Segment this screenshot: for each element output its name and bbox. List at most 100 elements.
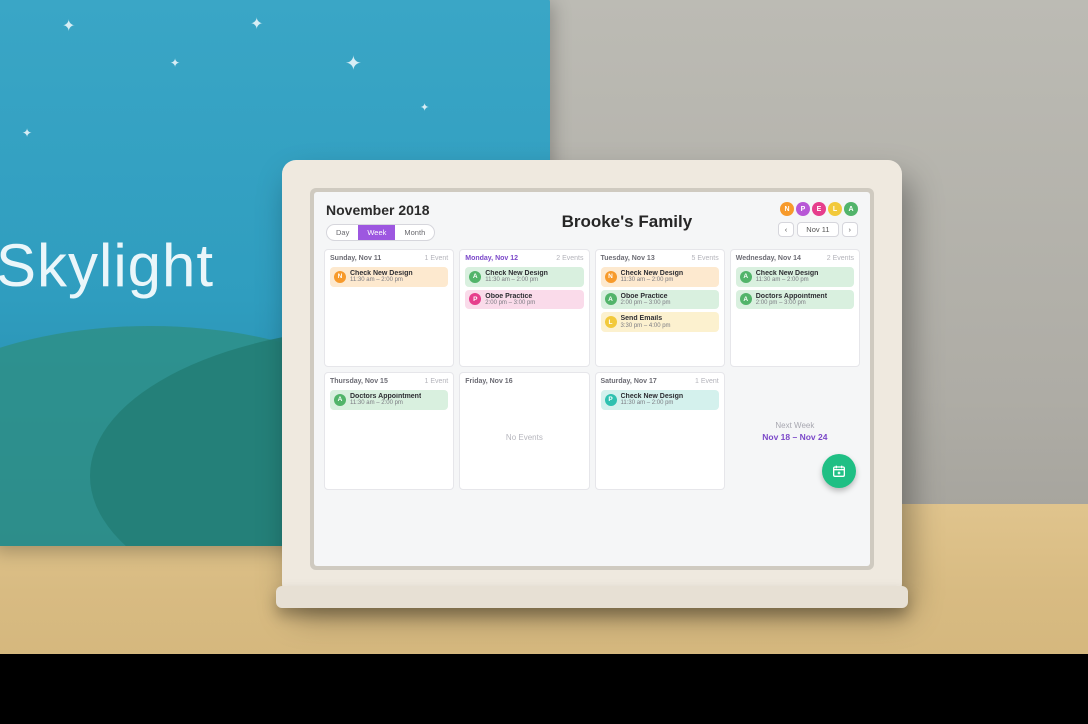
event-card[interactable]: N Check New Design11:30 am – 2:00 pm bbox=[601, 267, 719, 287]
family-avatar[interactable]: E bbox=[812, 202, 826, 216]
star-icon: ✦ bbox=[345, 51, 362, 76]
star-icon: ✦ bbox=[22, 126, 32, 140]
day-name: Saturday, Nov 17 bbox=[601, 378, 657, 385]
day-header: Thursday, Nov 151 Event bbox=[330, 378, 448, 385]
bottom-black-bar bbox=[0, 654, 1088, 724]
day-header: Monday, Nov 12 2 Events bbox=[465, 255, 583, 262]
event-title: Doctors Appointment bbox=[756, 293, 827, 300]
day-cell[interactable]: Saturday, Nov 17 1 Event P Check New Design… bbox=[595, 372, 725, 490]
event-avatar: A bbox=[469, 271, 481, 283]
family-avatar[interactable]: A bbox=[844, 202, 858, 216]
event-time: 11:30 am – 2:00 pm bbox=[621, 277, 684, 283]
view-day-tab[interactable]: Day bbox=[327, 225, 358, 240]
event-time: 2:00 pm – 3:00 pm bbox=[621, 300, 671, 306]
event-text: Check New Design11:30 am – 2:00 pm bbox=[756, 270, 819, 284]
event-avatar: P bbox=[605, 394, 617, 406]
event-card[interactable]: A Check New Design11:30 am – 2:00 pm bbox=[465, 267, 583, 287]
day-header: Sunday, Nov 111 Event bbox=[330, 255, 448, 262]
next-week-button[interactable]: › bbox=[842, 222, 859, 237]
event-avatar: L bbox=[605, 316, 617, 328]
family-avatar-row: NPELA bbox=[778, 202, 858, 216]
prev-week-button[interactable]: ‹ bbox=[778, 222, 795, 237]
day-header: Friday, Nov 16 bbox=[465, 378, 583, 385]
event-time: 11:30 am – 2:00 pm bbox=[485, 277, 548, 283]
view-week-tab[interactable]: Week bbox=[358, 225, 395, 240]
event-time: 11:30 am – 2:00 pm bbox=[350, 400, 421, 406]
event-text: Oboe Practice2:00 pm – 3:00 pm bbox=[621, 293, 671, 307]
event-text: Check New Design11:30 am – 2:00 pm bbox=[350, 270, 413, 284]
event-card[interactable]: P Check New Design11:30 am – 2:00 pm bbox=[601, 390, 719, 410]
family-title: Brooke's Family bbox=[562, 212, 693, 232]
event-card[interactable]: A Oboe Practice2:00 pm – 3:00 pm bbox=[601, 290, 719, 310]
event-card[interactable]: N Check New Design11:30 am – 2:00 pm bbox=[330, 267, 448, 287]
day-cell[interactable]: Sunday, Nov 111 Event N Check New Design11… bbox=[324, 249, 454, 367]
calendar-plus-icon bbox=[831, 463, 847, 479]
day-event-count: 2 Events bbox=[556, 255, 583, 262]
event-time: 2:00 pm – 3:00 pm bbox=[756, 300, 827, 306]
event-time: 11:30 am – 2:00 pm bbox=[621, 400, 684, 406]
event-card[interactable]: POboe Practice2:00 pm – 3:00 pm bbox=[465, 290, 583, 310]
day-name: Monday, Nov 12 bbox=[465, 255, 518, 262]
event-time: 3:30 pm – 4:00 pm bbox=[621, 323, 671, 329]
event-card[interactable]: ACheck New Design11:30 am – 2:00 pm bbox=[736, 267, 854, 287]
view-segmented-control: Day Week Month bbox=[326, 224, 435, 241]
event-title: Check New Design bbox=[350, 270, 413, 277]
next-week-label: Next Week bbox=[775, 421, 814, 430]
day-name: Tuesday, Nov 13 bbox=[601, 255, 655, 262]
event-card[interactable]: ADoctors Appointment2:00 pm – 3:00 pm bbox=[736, 290, 854, 310]
family-avatar[interactable]: N bbox=[780, 202, 794, 216]
star-icon: ✦ bbox=[62, 16, 75, 36]
day-event-count: 1 Event bbox=[695, 378, 719, 385]
next-week-range: Nov 18 – Nov 24 bbox=[762, 432, 827, 442]
event-card[interactable]: A Doctors Appointment11:30 am – 2:00 pm bbox=[330, 390, 448, 410]
day-cell[interactable]: Tuesday, Nov 13 5 Events N Check New Design… bbox=[595, 249, 725, 367]
event-title: Send Emails bbox=[621, 315, 671, 322]
day-name: Friday, Nov 16 bbox=[465, 378, 512, 385]
add-event-fab[interactable] bbox=[822, 454, 856, 488]
event-text: Check New Design11:30 am – 2:00 pm bbox=[485, 270, 548, 284]
star-icon: ✦ bbox=[170, 56, 180, 70]
event-avatar: A bbox=[605, 293, 617, 305]
event-text: Doctors Appointment11:30 am – 2:00 pm bbox=[350, 393, 421, 407]
event-text: Doctors Appointment2:00 pm – 3:00 pm bbox=[756, 293, 827, 307]
star-icon: ✦ bbox=[250, 14, 263, 34]
calendar-header: November 2018 Day Week Month Brooke's Fa… bbox=[314, 192, 870, 245]
event-title: Oboe Practice bbox=[621, 293, 671, 300]
event-time: 11:30 am – 2:00 pm bbox=[756, 277, 819, 283]
week-grid: Sunday, Nov 111 EventNCheck New Design11… bbox=[314, 245, 870, 498]
family-avatar[interactable]: P bbox=[796, 202, 810, 216]
product-photo-scene: ✦ ✦ ✦ ✦ ✦ ✦ Skylight November 2018 Day W… bbox=[0, 0, 1088, 724]
date-nav: ‹ Nov 11 › bbox=[778, 222, 858, 237]
event-card[interactable]: L Send Emails3:30 pm – 4:00 pm bbox=[601, 312, 719, 332]
screen-bezel: November 2018 Day Week Month Brooke's Fa… bbox=[310, 188, 874, 570]
event-title: Check New Design bbox=[756, 270, 819, 277]
family-avatar[interactable]: L bbox=[828, 202, 842, 216]
current-date-label: Nov 11 bbox=[797, 222, 838, 237]
day-name: Wednesday, Nov 14 bbox=[736, 255, 801, 262]
box-brand-text: Skylight bbox=[0, 231, 214, 300]
no-events-label: No Events bbox=[465, 390, 583, 485]
day-name: Thursday, Nov 15 bbox=[330, 378, 388, 385]
event-title: Check New Design bbox=[485, 270, 548, 277]
view-month-tab[interactable]: Month bbox=[395, 225, 434, 240]
event-text: Send Emails3:30 pm – 4:00 pm bbox=[621, 315, 671, 329]
event-text: Check New Design11:30 am – 2:00 pm bbox=[621, 270, 684, 284]
event-avatar: A bbox=[334, 394, 346, 406]
event-time: 2:00 pm – 3:00 pm bbox=[485, 300, 535, 306]
star-icon: ✦ bbox=[420, 101, 429, 114]
day-cell[interactable]: Friday, Nov 16 No Events bbox=[459, 372, 589, 490]
event-text: Check New Design11:30 am – 2:00 pm bbox=[621, 393, 684, 407]
device-frame: November 2018 Day Week Month Brooke's Fa… bbox=[282, 160, 902, 598]
event-time: 11:30 am – 2:00 pm bbox=[350, 277, 413, 283]
next-week-cell[interactable]: Next Week Nov 18 – Nov 24 bbox=[730, 372, 860, 490]
day-name: Sunday, Nov 11 bbox=[330, 255, 381, 262]
day-cell[interactable]: Wednesday, Nov 142 EventsACheck New Desi… bbox=[730, 249, 860, 367]
month-title: November 2018 bbox=[326, 202, 476, 218]
calendar-app-screen: November 2018 Day Week Month Brooke's Fa… bbox=[314, 192, 870, 566]
day-header: Saturday, Nov 17 1 Event bbox=[601, 378, 719, 385]
day-event-count: 5 Events bbox=[692, 255, 719, 262]
day-cell[interactable]: Monday, Nov 12 2 Events A Check New Design1… bbox=[459, 249, 589, 367]
event-avatar: N bbox=[605, 271, 617, 283]
day-cell[interactable]: Thursday, Nov 151 Event A Doctors Appointm… bbox=[324, 372, 454, 490]
event-avatar: N bbox=[334, 271, 346, 283]
